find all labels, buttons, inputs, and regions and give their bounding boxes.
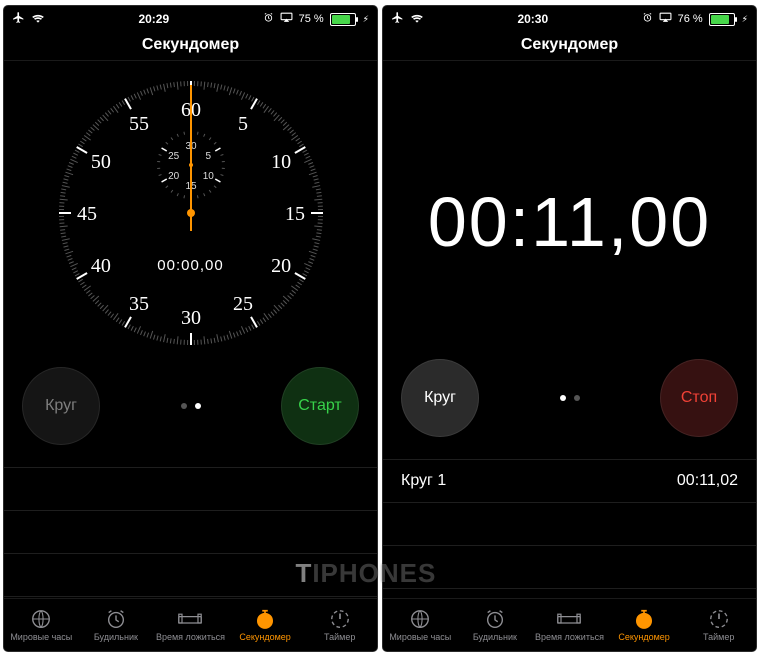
page-dot-1 [574,395,580,401]
laps-list: Круг 1 00:11,02.... [383,459,756,589]
status-time: 20:29 [138,12,169,26]
tab-label: Время ложиться [156,632,225,642]
svg-text:25: 25 [233,293,253,315]
tab-label: Таймер [703,632,734,642]
battery-icon [330,13,356,26]
svg-text:5: 5 [205,151,211,162]
lap-row: .. [383,546,756,589]
svg-text:45: 45 [77,203,97,225]
charging-icon: ⚡︎ [742,14,748,25]
tab-stopwatch[interactable]: Секундомер [228,599,303,651]
digital-readout-small: 00:00,00 [51,257,331,274]
battery-percent: 76 % [678,13,703,25]
bedtime-icon [557,608,581,630]
lap-row: .. [4,468,377,511]
battery-icon [709,13,735,26]
tab-label: Секундомер [239,632,290,642]
status-time: 20:30 [517,12,548,26]
tab-alarm[interactable]: Будильник [458,599,533,651]
svg-text:35: 35 [129,293,149,315]
lap-row: Круг 1 00:11,02 [383,460,756,503]
airplane-mode-icon [391,11,404,27]
page-dot-0 [560,395,566,401]
lap-row: .. [4,511,377,554]
status-bar: 20:30 76 % ⚡︎ [383,6,756,30]
svg-text:55: 55 [129,113,149,135]
page-title: Секундомер [4,36,377,54]
start-button-label: Старт [298,397,341,415]
tab-label: Мировые часы [389,632,451,642]
tab-label: Таймер [324,632,355,642]
tab-stopwatch[interactable]: Секундомер [607,599,682,651]
alarm-icon [483,608,507,630]
world-clock-icon [408,608,432,630]
wifi-icon [31,13,45,26]
tab-timer[interactable]: Таймер [302,599,377,651]
status-bar: 20:29 75 % ⚡︎ [4,6,377,30]
tab-label: Мировые часы [10,632,72,642]
page-indicator[interactable] [181,403,201,409]
svg-text:20: 20 [168,171,180,182]
tab-bar: Мировые часы Будильник Время ложиться Секун… [4,598,377,651]
svg-text:25: 25 [168,151,180,162]
stopwatch-icon [632,608,656,630]
tab-bedtime[interactable]: Время ложиться [153,599,228,651]
alarm-icon [104,608,128,630]
start-button[interactable]: Старт [281,367,359,445]
charging-icon: ⚡︎ [363,14,369,25]
alarm-icon [263,12,274,26]
page-dot-1 [195,403,201,409]
digital-readout-large[interactable]: 00:11,00 [383,187,756,257]
lap-button[interactable]: Круг [22,367,100,445]
world-clock-icon [29,608,53,630]
svg-text:10: 10 [271,151,291,173]
lap-row: .. [4,554,377,597]
lap-button[interactable]: Круг [401,359,479,437]
tab-timer[interactable]: Таймер [681,599,756,651]
svg-text:50: 50 [90,151,110,173]
svg-text:15: 15 [285,203,305,225]
bedtime-icon [178,608,202,630]
phone-right: 20:30 76 % ⚡︎ Секундомер 00:11,00 Круг [383,6,756,651]
laps-list: .. .. .. [4,467,377,597]
airplay-icon [280,12,293,26]
svg-text:10: 10 [202,171,214,182]
tab-label: Будильник [94,632,138,642]
lap-time: 00:11,02 [677,472,738,490]
tab-alarm[interactable]: Будильник [79,599,154,651]
lap-name: Круг 1 [401,472,446,490]
page-dot-0 [181,403,187,409]
tab-bedtime[interactable]: Время ложиться [532,599,607,651]
lap-row: .. [383,503,756,546]
tab-label: Время ложиться [535,632,604,642]
stop-button-label: Стоп [681,389,717,407]
tab-bar: Мировые часы Будильник Время ложиться Секун… [383,598,756,651]
analog-stopwatch[interactable]: 6051015202530354045505530510152025 00:00… [51,73,331,353]
tab-label: Секундомер [618,632,669,642]
lap-button-label: Круг [45,397,77,415]
wifi-icon [410,13,424,26]
tab-world-clock[interactable]: Мировые часы [383,599,458,651]
lap-button-label: Круг [424,389,456,407]
timer-icon [707,608,731,630]
svg-text:30: 30 [181,307,201,329]
phone-left: 20:29 75 % ⚡︎ Секундомер 605101520253035… [4,6,377,651]
airplay-icon [659,12,672,26]
stopwatch-icon [253,608,277,630]
page-title: Секундомер [383,36,756,54]
airplane-mode-icon [12,11,25,27]
stop-button[interactable]: Стоп [660,359,738,437]
tab-label: Будильник [473,632,517,642]
battery-percent: 75 % [299,13,324,25]
timer-icon [328,608,352,630]
tab-world-clock[interactable]: Мировые часы [4,599,79,651]
svg-text:5: 5 [238,113,248,135]
alarm-icon [642,12,653,26]
page-indicator[interactable] [560,395,580,401]
